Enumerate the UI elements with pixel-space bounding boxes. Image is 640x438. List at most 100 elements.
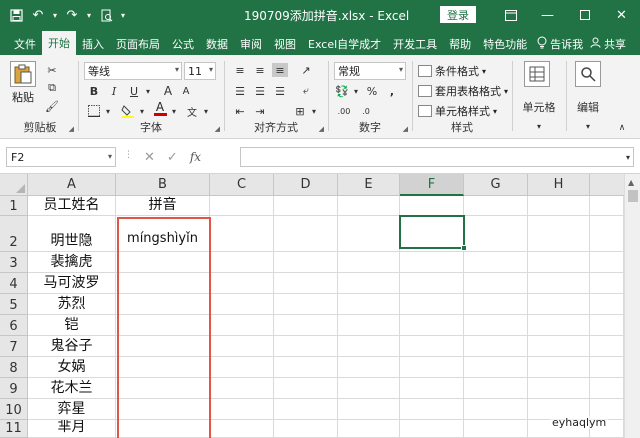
- empty-cell[interactable]: [210, 420, 274, 438]
- align-middle-icon[interactable]: ≡: [252, 63, 268, 77]
- tab-page-layout[interactable]: 页面布局: [110, 33, 166, 55]
- number-format-combo[interactable]: 常规 ▾: [334, 62, 406, 80]
- align-right-icon[interactable]: ☰: [272, 84, 288, 98]
- increase-decimal-icon[interactable]: .00: [336, 104, 352, 118]
- empty-cell[interactable]: [590, 357, 624, 378]
- tab-home[interactable]: 开始: [42, 31, 76, 55]
- chevron-down-icon[interactable]: ▾: [140, 84, 156, 98]
- align-center-icon[interactable]: ☰: [252, 84, 268, 98]
- empty-cell[interactable]: [210, 294, 274, 315]
- row-header[interactable]: 11: [0, 420, 28, 438]
- increase-font-icon[interactable]: A: [160, 84, 176, 98]
- select-all-button[interactable]: [0, 174, 28, 196]
- clipboard-launcher-icon[interactable]: ◢: [69, 125, 74, 133]
- formula-input[interactable]: [240, 147, 634, 167]
- empty-cell[interactable]: [464, 216, 528, 252]
- column-header-b[interactable]: B: [116, 174, 210, 196]
- save-icon[interactable]: [6, 4, 26, 26]
- chevron-down-icon[interactable]: ▾: [580, 119, 596, 133]
- empty-cell[interactable]: [400, 216, 464, 252]
- cell-styles-button[interactable]: 单元格样式 ▾: [418, 103, 497, 119]
- empty-cell[interactable]: [338, 378, 400, 399]
- empty-cell[interactable]: [464, 273, 528, 294]
- scroll-up-icon[interactable]: ▲: [628, 178, 634, 187]
- tell-me-box[interactable]: 告诉我: [537, 33, 583, 55]
- number-launcher-icon[interactable]: ◢: [403, 125, 408, 133]
- decrease-font-icon[interactable]: A: [178, 84, 194, 98]
- redo-dropdown-icon[interactable]: ▾: [84, 4, 94, 26]
- empty-cell[interactable]: [338, 273, 400, 294]
- row-header[interactable]: 8: [0, 357, 28, 378]
- cell-b6[interactable]: [116, 315, 210, 336]
- formula-bar-grip-icon[interactable]: ⋮: [124, 150, 133, 160]
- decrease-indent-icon[interactable]: ⇤: [232, 104, 248, 118]
- cell-b7[interactable]: [116, 336, 210, 357]
- scroll-thumb[interactable]: [628, 190, 638, 202]
- row-header[interactable]: 6: [0, 315, 28, 336]
- chevron-down-icon[interactable]: ▾: [306, 104, 322, 118]
- ribbon-display-icon[interactable]: [492, 0, 529, 30]
- cells-button[interactable]: [524, 61, 550, 89]
- tab-developer[interactable]: 开发工具: [387, 33, 443, 55]
- cell-a3[interactable]: 裴擒虎: [28, 252, 116, 273]
- empty-cell[interactable]: [274, 357, 338, 378]
- tab-help[interactable]: 帮助: [443, 33, 477, 55]
- tab-formulas[interactable]: 公式: [166, 33, 200, 55]
- minimize-icon[interactable]: —: [529, 0, 566, 30]
- decrease-decimal-icon[interactable]: .0: [358, 104, 374, 118]
- empty-cell[interactable]: [274, 336, 338, 357]
- empty-cell[interactable]: [338, 420, 400, 438]
- empty-cell[interactable]: [590, 378, 624, 399]
- print-preview-icon[interactable]: [96, 4, 116, 26]
- share-button[interactable]: 共享: [590, 36, 626, 52]
- login-button[interactable]: 登录: [440, 6, 476, 23]
- empty-cell[interactable]: [464, 196, 528, 216]
- empty-cell[interactable]: [464, 252, 528, 273]
- empty-cell[interactable]: [338, 216, 400, 252]
- column-header-a[interactable]: A: [28, 174, 116, 196]
- format-as-table-button[interactable]: 套用表格格式 ▾: [418, 83, 508, 99]
- empty-cell[interactable]: [400, 357, 464, 378]
- empty-cell[interactable]: [400, 315, 464, 336]
- cells-group[interactable]: 单元格 ▾: [514, 57, 564, 137]
- cell-b1[interactable]: 拼音: [116, 196, 210, 216]
- empty-cell[interactable]: [274, 273, 338, 294]
- cell-a5[interactable]: 苏烈: [28, 294, 116, 315]
- empty-cell[interactable]: [590, 252, 624, 273]
- chevron-down-icon[interactable]: ▾: [134, 104, 150, 118]
- column-header-d[interactable]: D: [274, 174, 338, 196]
- empty-cell[interactable]: [464, 357, 528, 378]
- empty-cell[interactable]: [338, 336, 400, 357]
- empty-cell[interactable]: [338, 357, 400, 378]
- cell-b3[interactable]: [116, 252, 210, 273]
- vertical-scrollbar[interactable]: ▲: [624, 174, 640, 438]
- chevron-down-icon[interactable]: ▾: [100, 104, 116, 118]
- column-header-e[interactable]: E: [338, 174, 400, 196]
- empty-cell[interactable]: [528, 252, 590, 273]
- font-name-combo[interactable]: 等线 ▾: [84, 62, 182, 80]
- align-bottom-icon[interactable]: ≡: [272, 63, 288, 77]
- column-header-h[interactable]: H: [528, 174, 590, 196]
- column-header-g[interactable]: G: [464, 174, 528, 196]
- empty-cell[interactable]: [400, 294, 464, 315]
- empty-cell[interactable]: [464, 336, 528, 357]
- empty-cell[interactable]: [464, 420, 528, 438]
- cell-b5[interactable]: [116, 294, 210, 315]
- chevron-down-icon[interactable]: ▾: [531, 119, 547, 133]
- row-header[interactable]: 5: [0, 294, 28, 315]
- tab-file[interactable]: 文件: [8, 33, 42, 55]
- alignment-launcher-icon[interactable]: ◢: [319, 125, 324, 133]
- format-painter-icon[interactable]: 🖌: [44, 99, 60, 113]
- column-header-f[interactable]: F: [400, 174, 464, 196]
- empty-cell[interactable]: [400, 336, 464, 357]
- cell-b10[interactable]: [116, 399, 210, 420]
- tab-insert[interactable]: 插入: [76, 33, 110, 55]
- name-box[interactable]: F2 ▾: [6, 147, 116, 167]
- empty-cell[interactable]: [274, 315, 338, 336]
- empty-cell[interactable]: [210, 357, 274, 378]
- empty-cell[interactable]: [464, 399, 528, 420]
- empty-cell[interactable]: [274, 378, 338, 399]
- insert-function-icon[interactable]: fx: [190, 150, 201, 164]
- undo-dropdown-icon[interactable]: ▾: [50, 4, 60, 26]
- empty-cell[interactable]: [338, 196, 400, 216]
